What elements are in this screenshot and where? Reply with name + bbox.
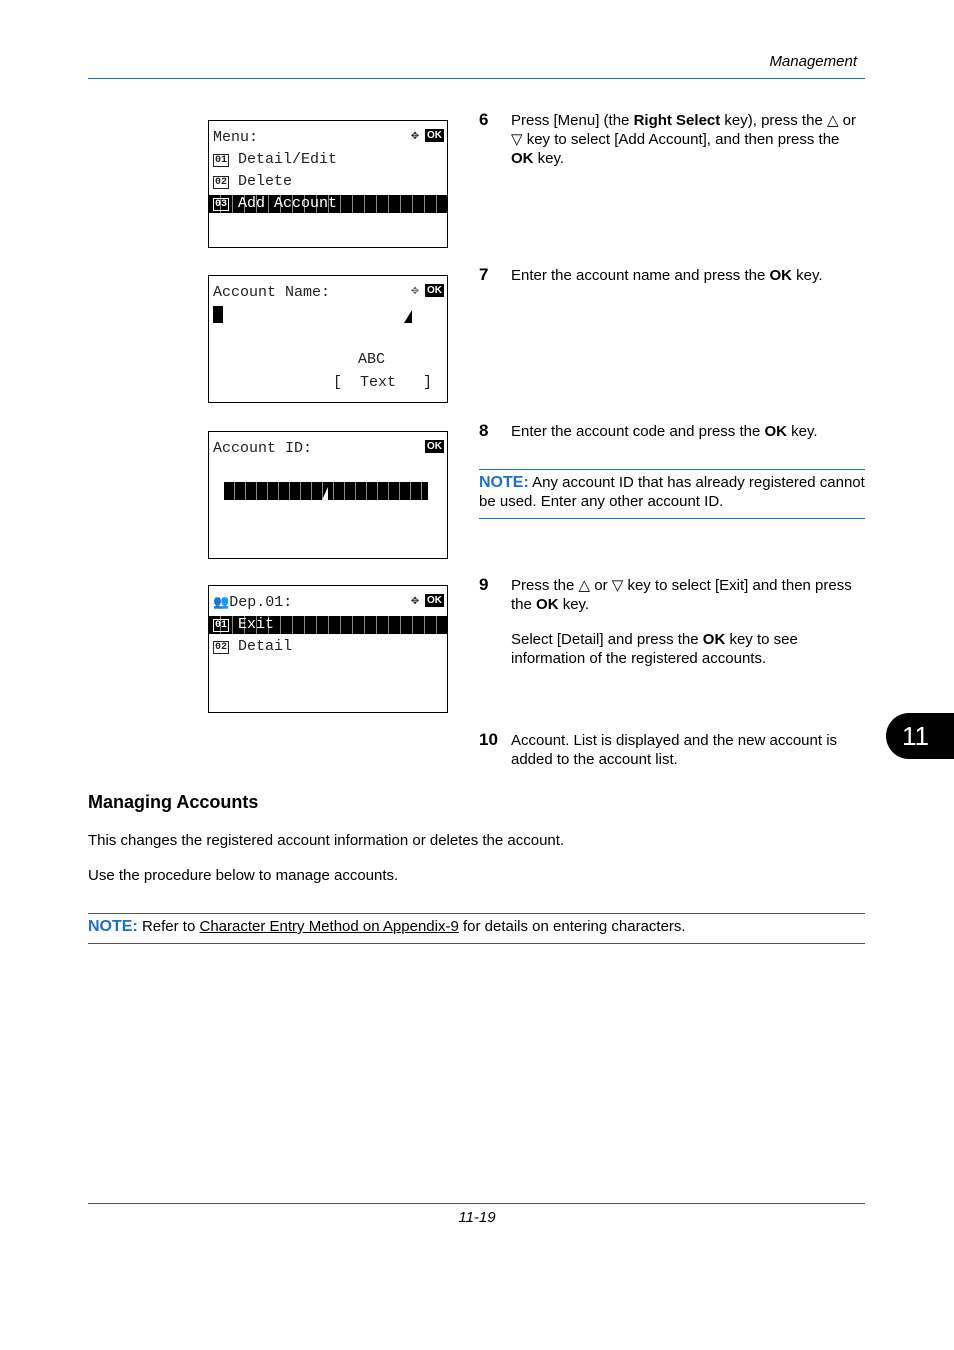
- group-icon: 👥: [213, 595, 230, 610]
- lcd-panel-account-name: Account Name: ✥ OK ABC [ Text ]: [208, 275, 448, 403]
- note-rule: [479, 518, 865, 519]
- input-mode: ABC: [358, 351, 386, 368]
- step-number: 7: [479, 265, 489, 284]
- menu-item[interactable]: 01 Detail/Edit: [213, 151, 447, 169]
- lcd-panel-dep: 👥Dep.01: ✥ OK 01 Exit 02 Detail: [208, 585, 448, 713]
- text-softkey[interactable]: [ Text ]: [333, 374, 447, 392]
- cursor-icon: [322, 487, 328, 500]
- text-cursor: [213, 306, 223, 323]
- step-number: 9: [479, 575, 489, 594]
- lcd-panel-menu: Menu: ✥ OK 01 Detail/Edit 02 Delete 03 Add …: [208, 120, 448, 248]
- step-number: 6: [479, 110, 489, 129]
- menu-item[interactable]: 02 Detail: [213, 638, 447, 656]
- note-rule: [88, 913, 865, 914]
- step-number: 10: [479, 730, 498, 749]
- manual-page: Management Menu: ✥ OK 01 Detail/Edit 02 De…: [0, 0, 954, 1350]
- appendix-link[interactable]: Character Entry Method on Appendix-9: [199, 918, 458, 935]
- step-text: Account. List is displayed and the new a…: [511, 732, 838, 768]
- lcd-panel-account-id: Account ID: OK: [208, 431, 448, 559]
- section-paragraph: This changes the registered account info…: [88, 832, 565, 849]
- panel-title: Account ID:: [213, 440, 313, 457]
- step-text: Enter the account name and press the OK …: [511, 267, 823, 284]
- header-rule: [88, 78, 865, 79]
- note-character-entry: NOTE: Refer to Character Entry Method on…: [88, 918, 686, 935]
- note-rule: [88, 943, 865, 944]
- footer-rule: [88, 1203, 865, 1204]
- chapter-tab[interactable]: 11: [886, 713, 954, 759]
- note-account-id: NOTE: Any account ID that has already re…: [479, 474, 865, 510]
- page-number: 11-19: [458, 1209, 496, 1226]
- ok-icon: OK: [425, 129, 444, 142]
- input-indicator-icon: [404, 310, 412, 323]
- step-text: Press [Menu] (the Right Select key), pre…: [511, 112, 856, 167]
- ok-icon: OK: [425, 594, 444, 607]
- running-header: Management: [769, 53, 857, 70]
- four-way-arrow-icon: ✥: [411, 593, 419, 608]
- step-text: Enter the account code and press the OK …: [511, 423, 818, 440]
- menu-item-selected[interactable]: 01 Exit: [209, 616, 447, 634]
- four-way-arrow-icon: ✥: [411, 128, 419, 143]
- note-rule: [479, 469, 865, 470]
- ok-icon: OK: [425, 284, 444, 297]
- section-heading: Managing Accounts: [88, 792, 259, 812]
- ok-icon: OK: [425, 440, 444, 453]
- step-text-extra: Select [Detail] and press the OK key to …: [511, 631, 798, 667]
- step-number: 8: [479, 421, 489, 440]
- menu-item[interactable]: 02 Delete: [213, 173, 447, 191]
- section-paragraph: Use the procedure below to manage accoun…: [88, 867, 399, 884]
- menu-item-selected[interactable]: 03 Add Account: [209, 195, 447, 213]
- four-way-arrow-icon: ✥: [411, 283, 419, 298]
- step-text: Press the △ or ▽ key to select [Exit] an…: [511, 577, 852, 613]
